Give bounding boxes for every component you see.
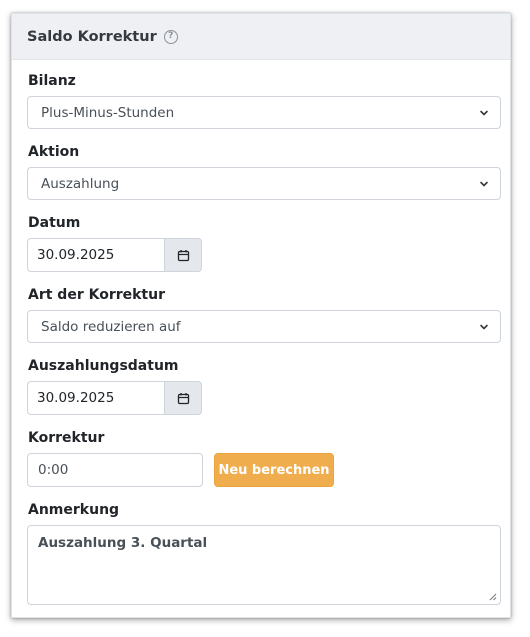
aktion-select-value: Auszahlung	[41, 175, 120, 192]
auszahlungsdatum-input-group: 30.09.2025	[27, 381, 202, 415]
aktion-label: Aktion	[28, 144, 80, 160]
question-circle-icon[interactable]: ?	[163, 29, 178, 44]
card-header: Saldo Korrektur ?	[12, 14, 510, 60]
auszahlungsdatum-calendar-button[interactable]	[164, 381, 202, 415]
anmerkung-text: Auszahlung 3. Quartal	[38, 535, 208, 551]
art-select-value: Saldo reduzieren auf	[41, 318, 181, 335]
korrektur-input[interactable]: 0:00	[27, 453, 203, 487]
calendar-icon	[177, 249, 189, 261]
saldo-korrektur-card: Saldo Korrektur ? Bilanz Plus-Minus-Stun…	[11, 13, 511, 618]
datum-input-group: 30.09.2025	[27, 238, 202, 272]
datum-input[interactable]: 30.09.2025	[27, 238, 164, 272]
auszahlungsdatum-input[interactable]: 30.09.2025	[27, 381, 164, 415]
card-title: Saldo Korrektur	[27, 28, 157, 45]
auszahlungsdatum-label: Auszahlungsdatum	[28, 358, 179, 374]
neu-berechnen-button[interactable]: Neu berechnen	[214, 453, 334, 487]
calendar-icon	[177, 392, 189, 404]
anmerkung-textarea[interactable]: Auszahlung 3. Quartal	[27, 525, 501, 605]
aktion-select[interactable]: Auszahlung	[27, 167, 501, 200]
chevron-down-icon	[480, 324, 488, 330]
datum-calendar-button[interactable]	[164, 238, 202, 272]
datum-label: Datum	[28, 215, 81, 231]
resize-grip-icon[interactable]	[489, 593, 497, 601]
anmerkung-label: Anmerkung	[28, 502, 120, 518]
bilanz-select-value: Plus-Minus-Stunden	[41, 104, 175, 121]
korrektur-label: Korrektur	[28, 430, 105, 446]
bilanz-select[interactable]: Plus-Minus-Stunden	[27, 96, 501, 129]
chevron-down-icon	[480, 181, 488, 187]
bilanz-label: Bilanz	[28, 73, 76, 89]
art-label: Art der Korrektur	[28, 287, 165, 303]
art-select[interactable]: Saldo reduzieren auf	[27, 310, 501, 343]
chevron-down-icon	[480, 110, 488, 116]
